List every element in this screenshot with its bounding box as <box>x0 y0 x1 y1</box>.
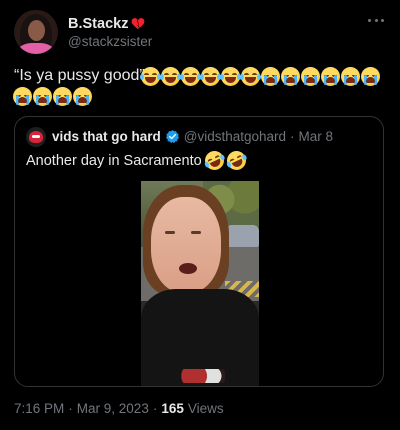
dot <box>381 18 384 22</box>
views-count[interactable]: 165 <box>161 401 184 416</box>
loudly-crying-face-icon <box>33 87 52 106</box>
quoted-author-display-name[interactable]: vids that go hard <box>52 129 161 144</box>
face-with-tears-of-joy-icon <box>220 67 241 86</box>
quoted-tweet-date[interactable]: Mar 8 <box>299 129 334 144</box>
loudly-crying-face-icon <box>281 67 300 86</box>
face-with-tears-of-joy-icon <box>160 67 181 86</box>
author-handle[interactable]: @stackzsister <box>68 34 152 49</box>
quoted-tweet-video-thumbnail[interactable] <box>141 181 259 386</box>
quoted-tweet-text-body: Another day in Sacramento <box>26 152 202 169</box>
shirt-print <box>181 369 225 383</box>
loudly-crying-face-icon <box>261 67 280 86</box>
separator-dot: · <box>290 129 295 144</box>
person-face <box>151 197 221 293</box>
emoji-row-2 <box>13 87 92 106</box>
quoted-author-avatar[interactable] <box>26 127 46 147</box>
dot <box>368 18 371 22</box>
loudly-crying-face-icon <box>361 67 380 86</box>
person-eye <box>165 231 175 234</box>
separator-dot: · <box>68 401 73 416</box>
background-car <box>227 225 259 247</box>
person-mouth <box>179 263 197 274</box>
author-name-row[interactable]: B.Stackz <box>68 15 145 33</box>
face-with-tears-of-joy-icon <box>140 67 161 86</box>
tweet-date[interactable]: Mar 9, 2023 <box>77 401 149 416</box>
face-with-tears-of-joy-icon <box>200 67 221 86</box>
more-options-icon[interactable] <box>368 16 384 24</box>
verified-badge-icon <box>165 129 179 144</box>
tweet-meta: 7:16 PM · Mar 9, 2023 · 165 Views <box>14 401 224 416</box>
author-display-name[interactable]: B.Stackz <box>68 16 128 32</box>
views-label: Views <box>187 401 224 416</box>
separator-dot: · <box>152 401 158 416</box>
loudly-crying-face-icon <box>301 67 320 86</box>
emoji-row-1 <box>140 67 380 86</box>
loudly-crying-face-icon <box>13 87 32 106</box>
loudly-crying-face-icon <box>321 67 340 86</box>
quoted-author-handle[interactable]: @vidsthatgohard <box>184 129 286 144</box>
loudly-crying-face-icon <box>53 87 72 106</box>
quoted-tweet-card[interactable]: vids that go hard @vidsthatgohard · Mar … <box>14 116 384 387</box>
broken-heart-icon <box>132 18 145 30</box>
avatar-shirt <box>18 43 54 54</box>
face-with-tears-of-joy-icon <box>240 67 261 86</box>
loudly-crying-face-icon <box>73 87 92 106</box>
author-avatar[interactable] <box>14 10 58 54</box>
face-with-tears-of-joy-icon <box>180 67 201 86</box>
person-eye <box>191 231 201 234</box>
avatar-face <box>28 20 45 41</box>
loudly-crying-face-icon <box>341 67 360 86</box>
tweet-text-body: “Is ya pussy good” <box>14 67 145 84</box>
rolling-on-the-floor-laughing-icon <box>201 147 227 174</box>
dot <box>374 18 378 22</box>
rolling-on-the-floor-laughing-icon <box>223 147 249 174</box>
tweet: B.Stackz @stackzsister “Is ya pussy good… <box>0 0 400 430</box>
quoted-tweet-header: vids that go hard @vidsthatgohard · Mar … <box>52 129 333 144</box>
quoted-tweet-text: Another day in Sacramento <box>26 147 249 174</box>
tweet-time[interactable]: 7:16 PM <box>14 401 64 416</box>
